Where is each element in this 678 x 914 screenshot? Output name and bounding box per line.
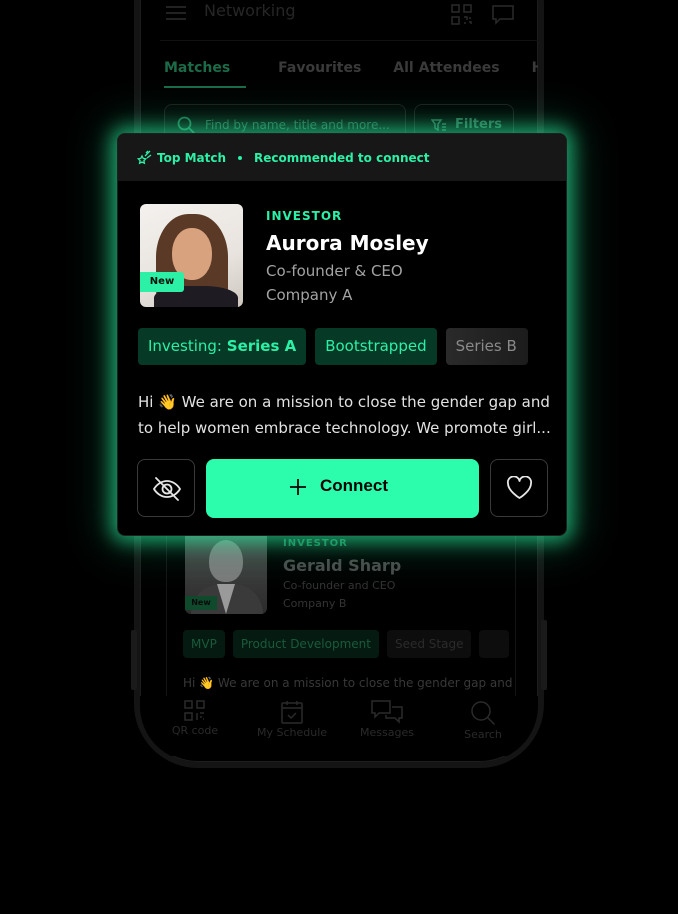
recommendation-label: Recommended to connect <box>254 151 430 165</box>
phone-side-button <box>131 630 137 690</box>
separator-dot <box>238 156 242 160</box>
avatar: New <box>140 204 243 307</box>
bottom-nav: QR code My Schedule Messages Search <box>140 696 538 756</box>
nav-label: My Schedule <box>256 726 328 739</box>
header-divider <box>160 40 538 41</box>
page-title: Networking <box>204 1 296 20</box>
shooting-star-icon <box>137 150 152 165</box>
tag-investing: Investing: Series A <box>138 328 307 365</box>
top-match-banner: Top Match Recommended to connect <box>118 134 566 181</box>
tag-prefix: Investing: <box>148 337 222 355</box>
tag: Bootstrapped <box>315 328 437 365</box>
bio-line: Hi 👋 We are on a mission to close the ge… <box>138 393 550 411</box>
qr-code-icon[interactable] <box>451 4 473 26</box>
plus-icon <box>290 479 306 495</box>
tag-list: Investing: Series A Bootstrapped Series … <box>138 328 528 365</box>
app-header: Networking <box>166 0 536 36</box>
new-badge: New <box>140 272 184 292</box>
tab-hidden[interactable]: Hidden <box>532 60 538 88</box>
nav-qr-code[interactable]: QR code <box>150 700 240 737</box>
attendee-name: Gerald Sharp <box>283 556 402 575</box>
phone-side-button <box>541 620 547 690</box>
attendee-title: Co-founder & CEO <box>266 262 403 280</box>
tag: Seed Stage <box>386 630 472 658</box>
tab-all-attendees[interactable]: All Attendees <box>393 60 499 88</box>
filters-label: Filters <box>455 117 502 132</box>
avatar: New <box>185 530 267 614</box>
attendee-role: INVESTOR <box>266 209 343 223</box>
nav-label: QR code <box>171 724 219 737</box>
chat-icon[interactable] <box>491 4 515 26</box>
nav-messages[interactable]: Messages <box>342 700 432 739</box>
tag: MVP <box>183 630 225 658</box>
eye-off-icon <box>152 477 182 501</box>
favourite-button[interactable] <box>490 459 548 517</box>
nav-label: Search <box>464 728 502 741</box>
new-badge: New <box>185 596 217 610</box>
tab-favourites[interactable]: Favourites <box>278 60 361 88</box>
filter-icon <box>431 119 446 131</box>
search-placeholder: Find by name, title and more... <box>205 118 390 132</box>
attendee-name: Aurora Mosley <box>266 231 429 255</box>
nav-search[interactable]: Search <box>438 700 528 741</box>
tag-value: Series A <box>226 337 297 355</box>
attendee-company: Company A <box>266 286 353 304</box>
bio-line: to help women embrace technology. We pro… <box>138 419 551 437</box>
tag: Series B <box>445 328 528 365</box>
tag-overflow <box>479 630 510 658</box>
tab-bar: Matches Favourites All Attendees Hidden <box>164 60 538 88</box>
tag: Product Development <box>232 630 379 658</box>
nav-label: Messages <box>360 726 414 739</box>
nav-my-schedule[interactable]: My Schedule <box>247 700 337 739</box>
hamburger-menu-icon[interactable] <box>166 6 186 20</box>
attendee-bio: Hi 👋 We are on a mission to close the ge… <box>183 676 513 690</box>
calendar-icon <box>281 701 303 724</box>
search-icon <box>177 116 195 134</box>
top-match-card[interactable]: Top Match Recommended to connect New INV… <box>117 133 567 536</box>
attendee-company: Company B <box>283 597 347 610</box>
hide-button[interactable] <box>137 459 195 517</box>
attendee-role: INVESTOR <box>283 538 348 549</box>
tab-matches[interactable]: Matches <box>164 60 247 88</box>
attendee-bio: Hi 👋 We are on a mission to close the ge… <box>138 389 558 441</box>
search-icon <box>471 701 496 726</box>
connect-label: Connect <box>320 476 388 495</box>
heart-icon <box>506 476 533 499</box>
tag-list: MVP Product Development Seed Stage <box>183 630 510 658</box>
qr-code-icon <box>184 700 205 721</box>
top-match-label: Top Match <box>157 151 227 165</box>
connect-button[interactable]: Connect <box>206 459 479 518</box>
messages-icon <box>371 700 403 724</box>
attendee-title: Co-founder and CEO <box>283 579 396 592</box>
